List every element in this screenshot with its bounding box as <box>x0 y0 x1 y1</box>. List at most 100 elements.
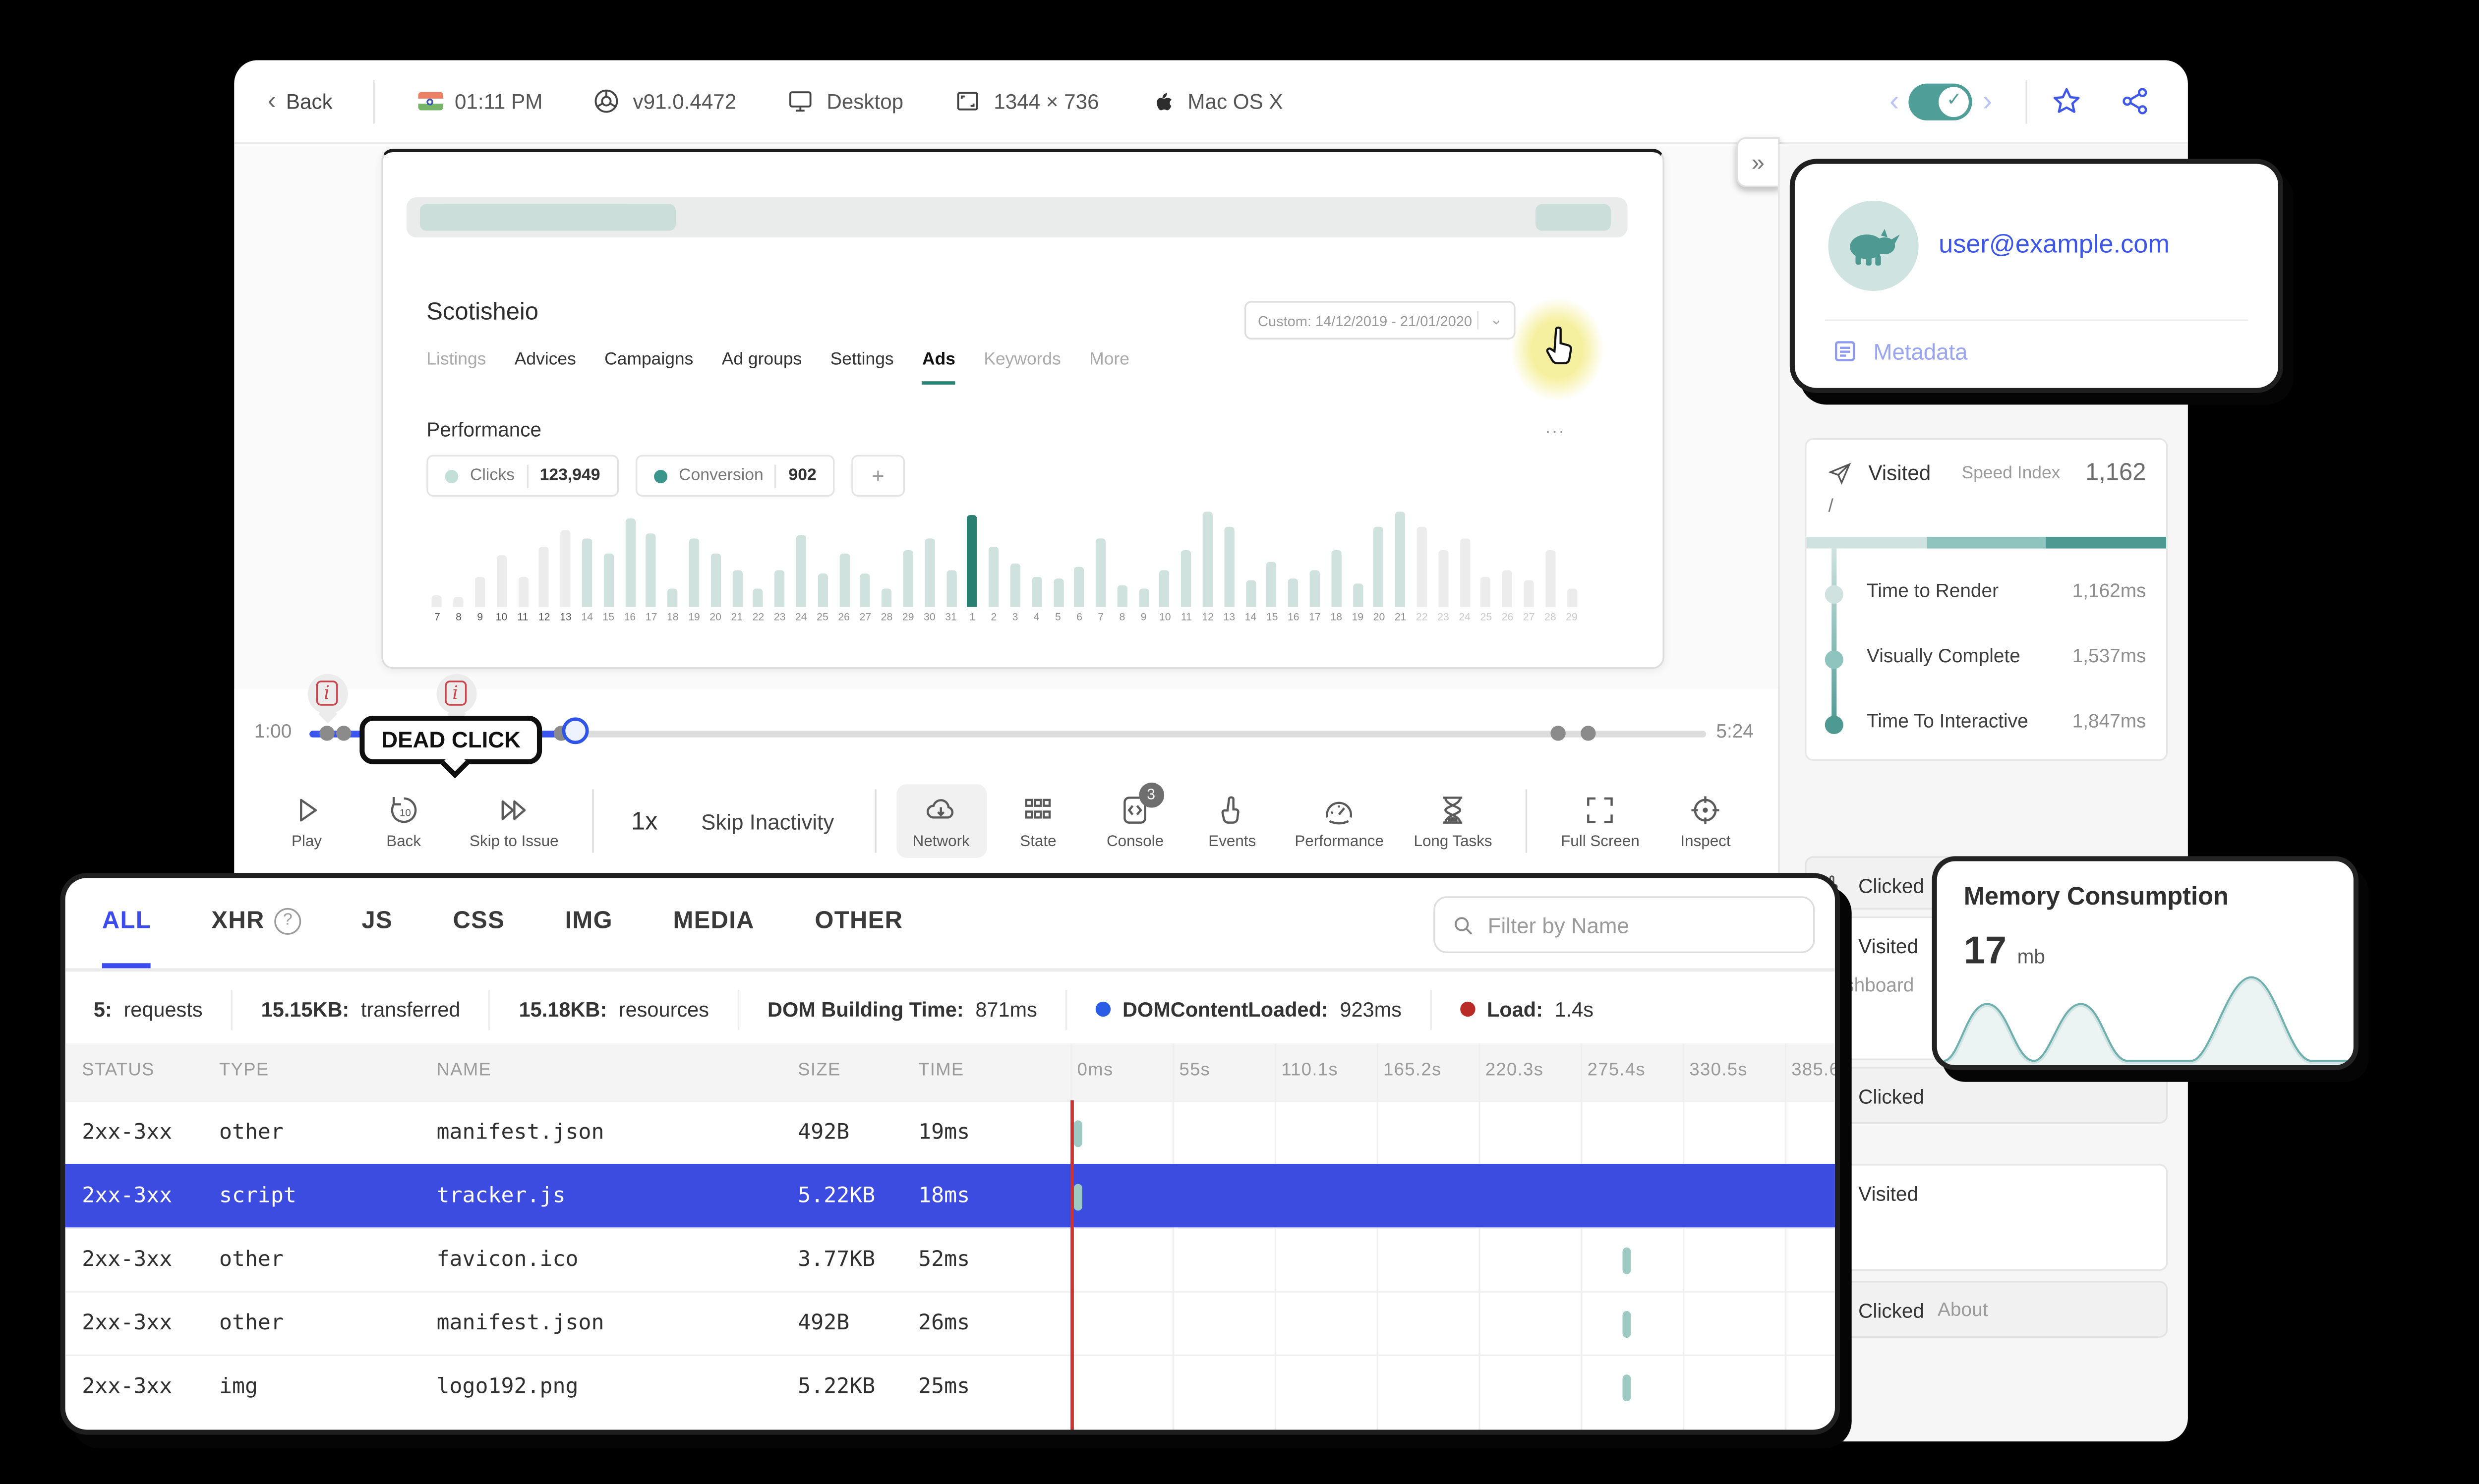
network-row-favicon.ico[interactable]: 2xx-3xx other favicon.ico 3.77KB 52ms <box>65 1227 1835 1291</box>
share-icon[interactable] <box>2119 85 2151 117</box>
state-panel-button[interactable]: State <box>993 784 1083 857</box>
network-row-logo192.png[interactable]: 2xx-3xx img logo192.png 5.22KB 25ms <box>65 1354 1835 1418</box>
network-tab-xhr[interactable]: XHR? <box>211 878 302 968</box>
skip-to-issue-button[interactable]: Skip to Issue <box>456 784 573 857</box>
time-cell: 25ms <box>918 1374 970 1400</box>
bar-fill <box>1331 550 1342 607</box>
site-date-range-select: Custom: 14/12/2019 - 21/01/2020 ⌄ <box>1244 301 1516 340</box>
chrome-icon <box>595 89 619 113</box>
prev-session-arrow[interactable]: ‹ <box>1880 84 1909 117</box>
back-10-button[interactable]: 10 Back <box>358 784 449 857</box>
filter-input[interactable] <box>1487 912 1797 937</box>
back-button[interactable]: ‹ Back <box>268 87 333 115</box>
network-summary-stats: 5: requests 15.15KB: transferred 15.18KB: … <box>65 975 1835 1043</box>
x-label: 10 <box>1159 612 1171 624</box>
bar-fill <box>817 573 828 607</box>
segment <box>2046 536 2166 549</box>
network-stat: 15.18KB: resources <box>488 989 737 1029</box>
bar-fill <box>774 570 785 607</box>
time-tick-label: 275.4s <box>1587 1060 1646 1081</box>
full-screen-button[interactable]: Full Screen <box>1547 784 1654 857</box>
user-email[interactable]: user@example.com <box>1939 231 2170 261</box>
performance-panel-button[interactable]: Performance <box>1284 784 1395 857</box>
filter-field[interactable] <box>1433 896 1815 954</box>
metadata-button[interactable]: Metadata <box>1831 338 1967 364</box>
navigate-icon <box>1828 462 1851 485</box>
network-row-manifest.json[interactable]: 2xx-3xx other manifest.json 492B 26ms <box>65 1291 1835 1354</box>
bar-fill <box>1481 576 1491 607</box>
metric-badge-conversion: Conversion 902 <box>635 455 835 497</box>
tab-label: XHR <box>211 907 265 934</box>
console-panel-button[interactable]: 3 Console <box>1090 782 1180 857</box>
bar-fill <box>1460 538 1470 607</box>
network-tab-img[interactable]: IMG <box>565 878 613 968</box>
network-tab-css[interactable]: CSS <box>453 878 505 968</box>
metric-value: 123,949 <box>539 466 600 485</box>
inspect-button[interactable]: Inspect <box>1660 784 1751 857</box>
timing-label: Visually Complete <box>1867 647 2020 668</box>
size-cell: 492B <box>798 1120 850 1145</box>
x-label: 7 <box>1098 612 1104 624</box>
bar <box>619 510 641 607</box>
bar-fill <box>924 538 935 607</box>
stat-strong: DOM Building Time: <box>767 997 964 1021</box>
events-panel-button[interactable]: Events <box>1187 784 1277 857</box>
visited-event-card[interactable]: Visited Speed Index 1,162 / Time to Rend… <box>1805 438 2168 761</box>
bar <box>641 510 662 607</box>
skip-inactivity-button[interactable]: Skip Inactivity <box>681 808 854 834</box>
size-cell: 3.77KB <box>798 1247 876 1273</box>
bar <box>790 510 812 607</box>
network-tab-other[interactable]: OTHER <box>815 878 903 968</box>
request-timing-bar <box>1073 1120 1082 1147</box>
network-tab-all[interactable]: ALL <box>102 878 151 969</box>
bar <box>897 510 919 607</box>
stat-strong: 15.15KB: <box>261 997 350 1021</box>
bar-fill <box>1245 580 1256 607</box>
speed-button[interactable]: 1x <box>614 807 674 835</box>
x-label: 21 <box>731 612 743 624</box>
x-label: 12 <box>1202 612 1214 624</box>
x-label: 24 <box>1459 612 1471 624</box>
clicked-event-card[interactable]: Clicked About <box>1805 1281 2168 1338</box>
site-tab-settings: Settings <box>830 349 894 370</box>
tab-label: CSS <box>453 907 505 934</box>
favorite-star-icon[interactable] <box>2051 85 2082 117</box>
bar-fill <box>945 570 956 607</box>
autoplay-toggle[interactable]: ✓ <box>1909 82 1973 120</box>
collapse-panel-button[interactable]: » <box>1736 137 1780 187</box>
help-icon: ? <box>275 907 302 934</box>
issue-marker-pin[interactable]: i <box>307 674 348 731</box>
column-header-time: TIME <box>918 1060 964 1081</box>
clicked-event-card[interactable]: Clicked <box>1805 1067 2168 1124</box>
bar-fill <box>839 553 849 607</box>
name-cell: logo192.png <box>436 1374 579 1400</box>
player-controls: Play 10 Back Skip to Issue 1x Skip Inact… <box>234 769 1778 873</box>
network-panel-button[interactable]: Network <box>896 784 987 858</box>
bar <box>833 510 855 607</box>
metric-dot <box>445 469 459 483</box>
bar-fill <box>1309 570 1320 607</box>
x-label: 18 <box>1330 612 1342 624</box>
back-label: Back <box>286 89 333 113</box>
chevron-left-icon: ‹ <box>267 87 276 115</box>
bar-fill <box>903 550 913 607</box>
network-tab-media[interactable]: MEDIA <box>673 878 754 968</box>
network-row-manifest.json[interactable]: 2xx-3xx other manifest.json 492B 19ms <box>65 1100 1835 1164</box>
network-row-tracker.js[interactable]: 2xx-3xx script tracker.js 5.22KB 18ms <box>65 1164 1835 1228</box>
visited-event-card[interactable]: Visited <box>1805 1164 2168 1271</box>
playhead[interactable] <box>561 717 589 744</box>
name-cell: tracker.js <box>436 1184 566 1209</box>
next-session-arrow[interactable]: › <box>1973 84 2003 117</box>
network-tab-js[interactable]: JS <box>361 878 393 968</box>
bar <box>1047 510 1068 607</box>
resolution-info: 1344 × 736 <box>953 87 1099 115</box>
timing-label: Time To Interactive <box>1867 712 2028 733</box>
long-tasks-panel-button[interactable]: Long Tasks <box>1401 784 1505 857</box>
bar-fill <box>1160 570 1170 607</box>
x-label: 7 <box>434 612 440 624</box>
type-cell: img <box>219 1374 258 1400</box>
name-cell: manifest.json <box>436 1311 604 1336</box>
play-button[interactable]: Play <box>261 784 352 857</box>
x-label: 8 <box>1119 612 1125 624</box>
divider <box>874 789 876 853</box>
